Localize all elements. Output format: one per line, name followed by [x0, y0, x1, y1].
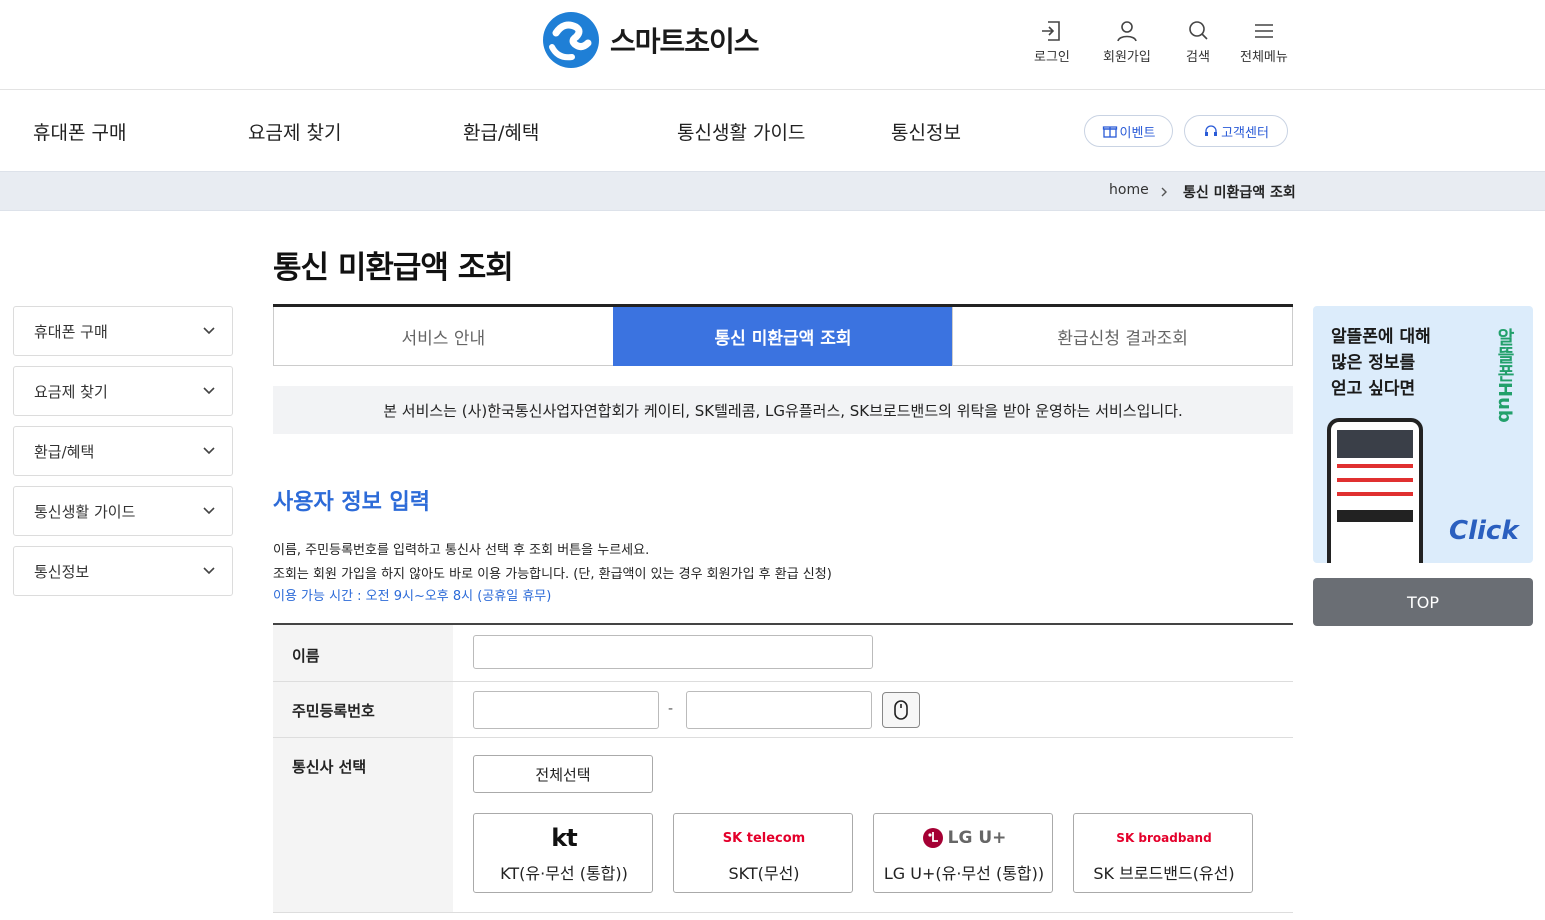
gift-icon — [1102, 126, 1117, 138]
secure-keypad-button[interactable] — [882, 692, 920, 728]
gnb-item-plan[interactable]: 요금제 찾기 — [248, 118, 341, 145]
side-nav-phone[interactable]: 휴대폰 구매 — [13, 306, 233, 356]
side-nav-plan[interactable]: 요금제 찾기 — [13, 366, 233, 416]
rrn-separator: - — [668, 701, 674, 717]
tab-service-guide[interactable]: 서비스 안내 — [273, 307, 613, 366]
phone-illustration — [1327, 418, 1423, 563]
banner-brand: 알뜰폰Hub — [1494, 328, 1515, 423]
event-button[interactable]: 이벤트 — [1084, 115, 1173, 147]
side-nav-guide[interactable]: 통신생활 가이드 — [13, 486, 233, 536]
site-logo[interactable]: 스마트초이스 — [542, 11, 760, 69]
lgu-logo: LG U+ — [874, 824, 1054, 852]
support-button[interactable]: 고객센터 — [1184, 115, 1288, 147]
rrn-label: 주민등록번호 — [292, 702, 375, 720]
carrier-kt-button[interactable]: kt KT(유·무선 (통합)) — [473, 813, 653, 893]
breadcrumb-home[interactable]: home — [1109, 182, 1149, 198]
gnb-item-guide[interactable]: 통신생활 가이드 — [677, 118, 805, 145]
user-icon — [1117, 21, 1137, 42]
content-tabs: 서비스 안내 통신 미환급액 조회 환급신청 결과조회 — [273, 304, 1294, 366]
carrier-skb-button[interactable]: SK broadband SK 브로드밴드(유선) — [1073, 813, 1253, 893]
search-link[interactable]: 검색 — [1185, 18, 1211, 65]
support-label: 고객센터 — [1221, 125, 1269, 141]
gnb-item-phone[interactable]: 휴대폰 구매 — [33, 118, 126, 145]
rrn-back-input[interactable] — [686, 691, 872, 729]
skb-logo: SK broadband — [1074, 824, 1254, 852]
service-hours: 이용 가능 시간 : 오전 9시~오후 8시 (공휴일 휴무) — [273, 589, 552, 604]
lg-circle-icon — [922, 828, 943, 848]
carrier-name: KT(유·무선 (통합)) — [500, 864, 628, 883]
search-icon — [1189, 21, 1208, 40]
main-nav: 휴대폰 구매 요금제 찾기 환급/혜택 통신생활 가이드 통신정보 이벤트 고객… — [0, 91, 1545, 171]
carrier-lgu-button[interactable]: LG U+ LG U+(유·무선 (통합)) — [873, 813, 1053, 893]
kt-logo-text: kt — [551, 824, 577, 852]
chevron-down-icon — [203, 387, 215, 395]
top-header: 스마트초이스 로그인 회원가입 검색 전체메뉴 — [0, 0, 1545, 90]
menu-icon — [1254, 24, 1273, 38]
breadcrumb-current: 통신 미환급액 조회 — [1183, 185, 1296, 201]
side-nav-info[interactable]: 통신정보 — [13, 546, 233, 596]
event-label: 이벤트 — [1119, 125, 1156, 141]
membership-note: 조회는 회원 가입을 하지 않아도 바로 이용 가능합니다. (단, 환급액이 … — [273, 567, 832, 582]
login-label: 로그인 — [1034, 50, 1070, 65]
carrier-label: 통신사 선택 — [292, 758, 367, 776]
service-notice: 본 서비스는 (사)한국통신사업자연합회가 케이티, SK텔레콤, LG유플러스… — [273, 386, 1293, 434]
name-input[interactable] — [473, 635, 873, 669]
skt-logo: SK telecom — [674, 824, 854, 852]
select-all-button[interactable]: 전체선택 — [473, 755, 653, 793]
chevron-right-icon — [1161, 187, 1167, 197]
instruction-text: 이름, 주민등록번호를 입력하고 통신사 선택 후 조회 버튼을 누르세요. — [273, 543, 650, 558]
chevron-down-icon — [203, 327, 215, 335]
user-info-form: 이름 주민등록번호 - 통신사 선택 전체선택 kt KT(유·무선 (통합))… — [273, 623, 1293, 913]
gnb-item-refund[interactable]: 환급/혜택 — [463, 118, 539, 145]
side-nav-refund[interactable]: 환급/혜택 — [13, 426, 233, 476]
logo-text: 스마트초이스 — [610, 25, 760, 58]
banner-text: 알뜰폰에 대해 많은 정보를 얻고 싶다면 — [1331, 327, 1431, 399]
rrn-front-input[interactable] — [473, 691, 659, 729]
kt-logo: kt — [474, 824, 654, 852]
lgu-logo-text: LG U+ — [947, 828, 1007, 848]
login-icon — [1041, 21, 1060, 41]
side-nav-label: 통신생활 가이드 — [34, 502, 136, 521]
headset-icon — [1205, 125, 1218, 136]
carrier-name: LG U+(유·무선 (통합)) — [883, 864, 1045, 883]
signup-label: 회원가입 — [1103, 50, 1151, 65]
row-divider — [273, 737, 1293, 738]
login-link[interactable]: 로그인 — [1034, 18, 1070, 65]
tab-result-lookup[interactable]: 환급신청 결과조회 — [952, 307, 1294, 366]
carrier-name: SK 브로드밴드(유선) — [1093, 864, 1235, 883]
chevron-down-icon — [203, 447, 215, 455]
all-menu-link[interactable]: 전체메뉴 — [1240, 18, 1288, 65]
skt-logo-text: SK telecom — [722, 830, 806, 846]
row-divider — [273, 681, 1293, 682]
page-title: 통신 미환급액 조회 — [273, 250, 514, 286]
mvno-hub-banner[interactable]: 알뜰폰에 대해 많은 정보를 얻고 싶다면 알뜰폰Hub Click — [1313, 306, 1533, 563]
gnb-item-info[interactable]: 통신정보 — [891, 118, 961, 145]
breadcrumb: home 통신 미환급액 조회 — [0, 171, 1545, 211]
logo-icon — [543, 12, 599, 68]
carrier-name: SKT(무선) — [728, 864, 800, 883]
name-label: 이름 — [292, 647, 320, 665]
all-menu-label: 전체메뉴 — [1240, 50, 1288, 65]
skb-logo-text: SK broadband — [1116, 831, 1212, 845]
chevron-down-icon — [203, 507, 215, 515]
search-label: 검색 — [1186, 50, 1210, 65]
banner-click: Click — [1449, 516, 1519, 546]
side-nav-label: 휴대폰 구매 — [34, 322, 108, 341]
tab-refund-lookup[interactable]: 통신 미환급액 조회 — [612, 307, 953, 366]
side-nav-label: 환급/혜택 — [34, 442, 95, 461]
carrier-skt-button[interactable]: SK telecom SKT(무선) — [673, 813, 853, 893]
signup-link[interactable]: 회원가입 — [1103, 18, 1151, 65]
scroll-top-button[interactable]: TOP — [1313, 578, 1533, 626]
mouse-icon — [894, 700, 908, 720]
row-divider — [273, 912, 1293, 913]
section-title: 사용자 정보 입력 — [273, 490, 430, 515]
side-nav-label: 통신정보 — [34, 562, 90, 581]
side-nav-label: 요금제 찾기 — [34, 382, 108, 401]
chevron-down-icon — [203, 567, 215, 575]
